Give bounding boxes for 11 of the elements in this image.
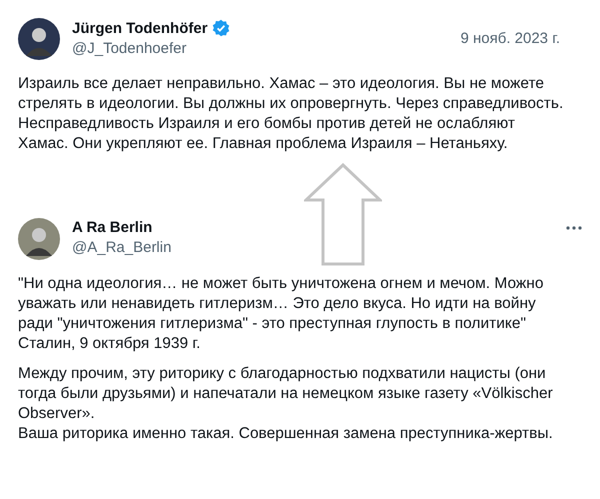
more-icon[interactable]: [566, 226, 582, 230]
avatar[interactable]: [18, 218, 60, 260]
avatar[interactable]: [18, 18, 60, 60]
author-handle[interactable]: @J_Todenhoefer: [72, 40, 230, 57]
tweet-text: Израиль все делает неправильно. Хамас – это идеология. Вы не можете стрелять в идеологии. Вы должны их опровергнуть. Через справедливость. Несправедливость Израиля и его бомбы против детей не ослабляют Хамас. Они укрепляют ее. Главная проблема Израиля – Нетаньяху.: [18, 74, 564, 154]
author-name[interactable]: A Ra Berlin: [72, 219, 152, 236]
author-handle[interactable]: @A_Ra_Berlin: [72, 239, 172, 256]
tweet-text: "Ни одна идеология… не может быть уничтожена огнем и мечом. Можно уважать или ненавидеть гитлеризм… Это дело вкуса. Но идти на войну ради "уничтожения гитлеризма" - это преступная глупость в политике" Сталин, 9 октября 1939 г.: [18, 274, 544, 354]
author-name[interactable]: Jürgen Todenhöfer: [72, 20, 208, 36]
tweet-text: Между прочим, эту риторику с благодарностью подхватили нацисты (они тогда были друзьями) и напечатали на немецком языке газету «Völkischer Observer». Ваша риторика именно такая. Совершенная замена преступника-жертвы.: [18, 364, 554, 444]
post-date[interactable]: 9 нояб. 2023 г.: [460, 30, 560, 47]
